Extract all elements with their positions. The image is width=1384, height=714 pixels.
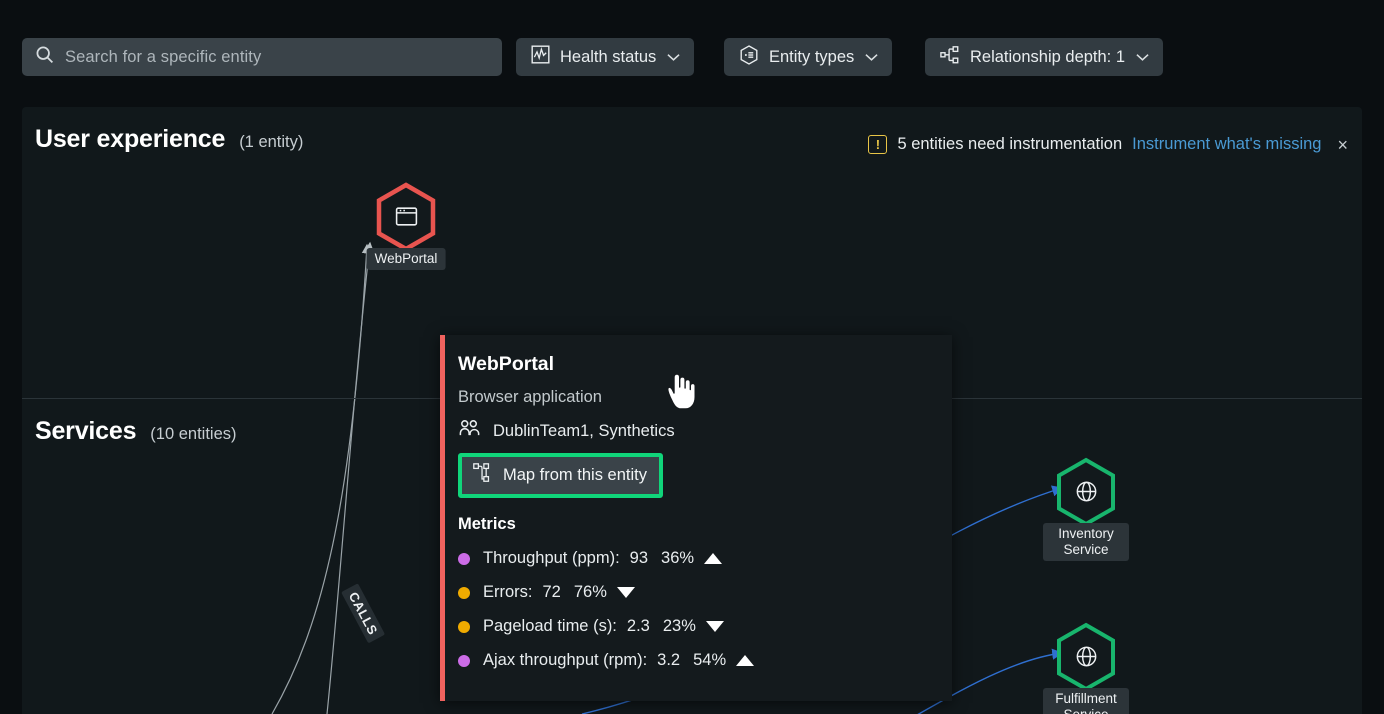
close-icon[interactable]: × xyxy=(1337,136,1348,154)
metric-percent: 23% xyxy=(662,617,696,635)
map-from-this-entity-label: Map from this entity xyxy=(503,466,647,484)
section-header-user-experience: User experience (1 entity) xyxy=(35,125,303,154)
trend-up-icon xyxy=(736,655,755,666)
warning-icon: ! xyxy=(868,135,888,154)
filter-entity-types-label: Entity types xyxy=(769,47,855,66)
metric-row: Ajax throughput (rpm): 3.2 54% xyxy=(458,651,952,670)
section-title: Services xyxy=(35,417,137,445)
relationship-depth-icon xyxy=(939,45,961,70)
globe-icon xyxy=(1074,479,1099,509)
graph-node-label: Fulfillment Service xyxy=(1043,688,1129,714)
tooltip-team-row: DublinTeam1, Synthetics xyxy=(458,419,952,443)
metric-percent: 54% xyxy=(693,651,727,669)
metric-percent: 76% xyxy=(573,583,607,601)
globe-icon xyxy=(1074,644,1099,674)
pointing-hand-cursor xyxy=(663,371,697,411)
graph-node-inventory-service[interactable]: Inventory Service xyxy=(1043,457,1129,561)
filter-entity-types[interactable]: Entity types xyxy=(724,38,893,76)
metric-value: 2.3 xyxy=(626,617,650,635)
graph-node-webportal[interactable]: WebPortal xyxy=(366,182,446,270)
banner-message: 5 entities need instrumentation xyxy=(897,135,1123,153)
trend-up-icon xyxy=(704,553,723,564)
metric-value: 93 xyxy=(629,549,649,567)
relationship-depth-icon xyxy=(472,462,493,489)
metric-value: 3.2 xyxy=(657,651,681,669)
metric-name: Throughput (ppm): xyxy=(483,549,620,567)
browser-window-icon xyxy=(394,204,419,234)
search-icon xyxy=(34,44,55,70)
chevron-down-icon xyxy=(865,48,878,67)
metric-name: Ajax throughput (rpm): xyxy=(483,651,648,669)
metric-percent: 36% xyxy=(661,549,695,567)
filter-relationship-depth-label: Relationship depth: 1 xyxy=(970,47,1126,66)
status-bar-critical xyxy=(440,335,445,701)
metric-row: Pageload time (s): 2.3 23% xyxy=(458,617,952,636)
trend-down-icon xyxy=(705,621,724,632)
filter-toolbar: Search for a specific entity Health stat… xyxy=(0,0,1384,96)
metric-value: 72 xyxy=(542,583,561,601)
map-from-this-entity-button[interactable]: Map from this entity xyxy=(462,457,659,494)
metric-color-dot xyxy=(458,552,470,565)
section-entity-count: (1 entity) xyxy=(239,133,304,151)
filter-health-status-label: Health status xyxy=(560,47,657,66)
map-from-entity-highlight: Map from this entity xyxy=(458,453,663,498)
entity-types-hexagon-icon xyxy=(738,44,760,71)
graph-node-label: Inventory Service xyxy=(1043,523,1129,561)
tooltip-team-names: DublinTeam1, Synthetics xyxy=(493,421,675,440)
instrumentation-banner: ! 5 entities need instrumentation Instru… xyxy=(868,135,1348,154)
metric-row: Errors: 72 76% xyxy=(458,583,952,602)
people-icon xyxy=(458,419,481,443)
graph-node-label: WebPortal xyxy=(366,248,446,270)
filter-health-status[interactable]: Health status xyxy=(516,38,695,76)
tooltip-subtitle: Browser application xyxy=(458,388,602,406)
trend-down-icon xyxy=(616,587,635,598)
metrics-heading: Metrics xyxy=(458,515,516,533)
metric-row: Throughput (ppm): 93 36% xyxy=(458,549,952,568)
chevron-down-icon xyxy=(1136,48,1149,67)
metric-name: Errors: xyxy=(483,583,533,601)
graph-node-fulfillment-service[interactable]: Fulfillment Service xyxy=(1043,622,1129,714)
filter-relationship-depth[interactable]: Relationship depth: 1 xyxy=(925,38,1164,76)
tooltip-title: WebPortal xyxy=(458,353,555,375)
metric-color-dot xyxy=(458,654,470,667)
section-entity-count: (10 entities) xyxy=(150,425,237,443)
search-placeholder: Search for a specific entity xyxy=(65,47,262,66)
metric-name: Pageload time (s): xyxy=(483,617,617,635)
section-title: User experience xyxy=(35,125,226,153)
metric-color-dot xyxy=(458,586,470,599)
section-header-services: Services (10 entities) xyxy=(35,417,237,446)
health-chart-icon xyxy=(530,44,551,70)
instrument-whats-missing-link[interactable]: Instrument what's missing xyxy=(1132,135,1321,154)
chevron-down-icon xyxy=(667,48,680,67)
metric-color-dot xyxy=(458,620,470,633)
entity-map-page: Search for a specific entity Health stat… xyxy=(0,0,1384,714)
search-input[interactable]: Search for a specific entity xyxy=(22,38,502,76)
